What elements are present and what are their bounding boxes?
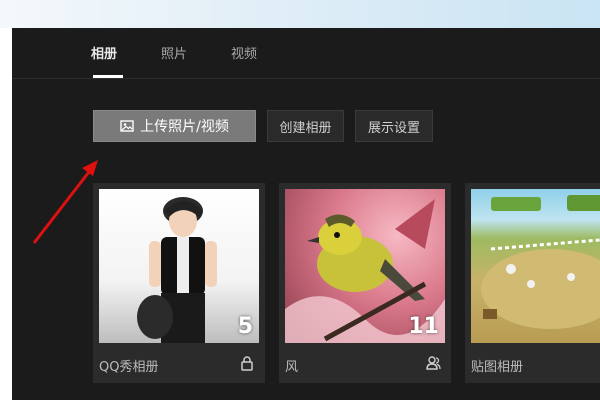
upload-button-label: 上传照片/视频	[140, 119, 229, 135]
album-card[interactable]: 贴图相册	[465, 183, 600, 383]
farm-game-illustration	[481, 195, 600, 329]
photo-count: 11	[408, 314, 439, 339]
album-name: 风	[285, 360, 299, 375]
album-name: QQ秀相册	[99, 360, 159, 375]
album-name: 贴图相册	[471, 360, 524, 375]
avatar-figure-illustration	[137, 197, 217, 343]
active-tab-indicator	[93, 75, 123, 78]
album-card[interactable]: 11 风	[279, 183, 451, 383]
desktop-background	[0, 0, 600, 28]
album-cover-image	[471, 189, 600, 343]
tab-albums[interactable]: 相册	[91, 43, 117, 62]
upload-photo-video-button[interactable]: 上传照片/视频	[93, 110, 256, 142]
photo-count: 5	[237, 314, 253, 339]
display-settings-button[interactable]: 展示设置	[355, 110, 433, 142]
annotation-arrow	[32, 160, 98, 244]
tab-photos[interactable]: 照片	[161, 43, 187, 62]
friends-icon	[426, 356, 441, 370]
tab-videos[interactable]: 视频	[231, 43, 257, 62]
image-upload-icon	[120, 120, 134, 132]
create-album-button[interactable]: 创建相册	[267, 110, 344, 142]
album-card[interactable]: 5 QQ秀相册	[93, 183, 265, 383]
album-cover-image: 11	[285, 189, 445, 343]
album-cover-image: 5	[99, 189, 259, 343]
lock-icon	[241, 356, 253, 371]
tab-bar: 相册 照片 视频	[12, 28, 600, 79]
